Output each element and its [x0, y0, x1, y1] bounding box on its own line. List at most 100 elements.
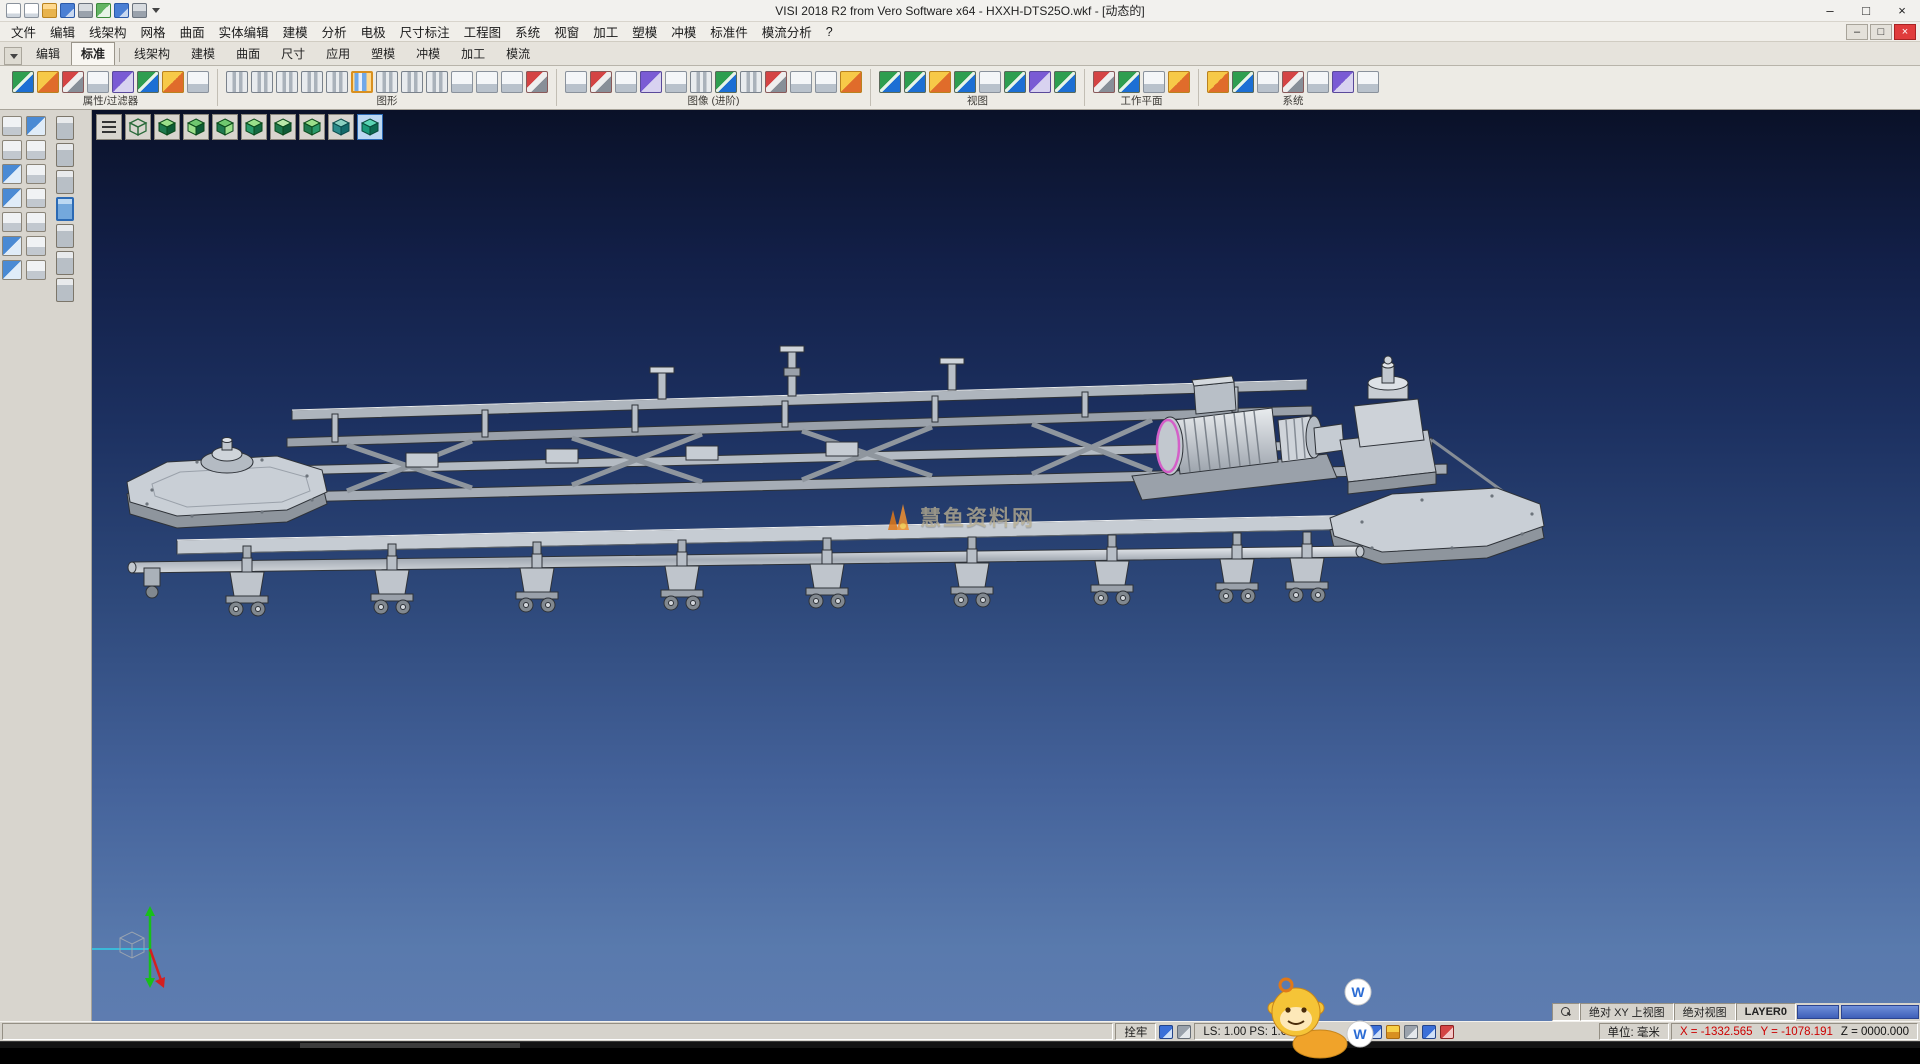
3d-viewport[interactable]: 慧鱼资料网 绝对 XY 上视图 绝对视图 LAYER0	[92, 110, 1920, 1021]
side-view-icon[interactable]	[929, 71, 951, 93]
selection-filter-icon[interactable]	[137, 71, 159, 93]
layer-color-bar-wide[interactable]	[1841, 1005, 1919, 1019]
capture-icon[interactable]	[840, 71, 862, 93]
zoom-all-icon[interactable]	[590, 71, 612, 93]
close-button[interactable]: ×	[1884, 0, 1920, 21]
menu-standard-parts[interactable]: 标准件	[703, 21, 755, 42]
attribute-icon[interactable]	[12, 71, 34, 93]
workplane-align-icon[interactable]	[1118, 71, 1140, 93]
palette-icon[interactable]	[1207, 71, 1229, 93]
hidden-line-icon[interactable]	[276, 71, 298, 93]
workplane-rotate-icon[interactable]	[1168, 71, 1190, 93]
tab-machining[interactable]: 加工	[451, 42, 495, 65]
menu-window[interactable]: 视窗	[547, 21, 586, 42]
transparency-icon[interactable]	[376, 71, 398, 93]
type-filter-icon[interactable]	[112, 71, 134, 93]
undo-icon[interactable]	[96, 3, 111, 18]
view-align-icon[interactable]	[1029, 71, 1051, 93]
delete-tool-icon[interactable]	[26, 212, 46, 232]
tab-die[interactable]: 冲模	[406, 42, 450, 65]
active-clipboard-tool-icon[interactable]	[56, 197, 74, 221]
layer-color-bar[interactable]	[1797, 1005, 1839, 1019]
menu-surface[interactable]: 曲面	[173, 21, 212, 42]
dynamic-view-icon[interactable]	[715, 71, 737, 93]
properties-icon[interactable]	[187, 71, 209, 93]
ghost-mode-icon[interactable]	[451, 71, 473, 93]
snap-grid-icon[interactable]	[2, 140, 22, 160]
view-iso-nw-button[interactable]	[270, 114, 296, 140]
status-gear-icon[interactable]	[1404, 1025, 1418, 1039]
move-tool-icon[interactable]	[26, 164, 46, 184]
status-help-icon[interactable]	[1422, 1025, 1436, 1039]
tab-dropdown-button[interactable]	[4, 47, 22, 65]
tab-edit[interactable]: 编辑	[26, 42, 70, 65]
clipboard-tool-icon[interactable]	[56, 116, 74, 140]
menu-help[interactable]: ?	[819, 24, 840, 40]
offset-tool-icon[interactable]	[2, 212, 22, 232]
new-document-icon[interactable]	[24, 3, 39, 18]
quick-access-dropdown-icon[interactable]	[152, 8, 160, 13]
info-icon[interactable]	[1357, 71, 1379, 93]
settings-icon[interactable]	[132, 3, 147, 18]
top-view-icon[interactable]	[879, 71, 901, 93]
named-view-icon[interactable]	[979, 71, 1001, 93]
front-view-icon[interactable]	[904, 71, 926, 93]
view-normal-icon[interactable]	[1054, 71, 1076, 93]
visibility-icon[interactable]	[162, 71, 184, 93]
grid-toggle-icon[interactable]	[1159, 1025, 1173, 1039]
previous-view-icon[interactable]	[740, 71, 762, 93]
menu-file[interactable]: 文件	[4, 21, 43, 42]
snap-toggle-icon[interactable]	[1177, 1025, 1191, 1039]
pan-icon[interactable]	[665, 71, 687, 93]
zoom-in-icon[interactable]	[615, 71, 637, 93]
zoom-window-icon[interactable]	[565, 71, 587, 93]
status-tool-icon-2[interactable]	[1386, 1025, 1400, 1039]
view-mode-cell[interactable]: 绝对 XY 上视图	[1580, 1003, 1674, 1021]
menu-edit[interactable]: 编辑	[43, 21, 82, 42]
array-tool-icon[interactable]	[26, 236, 46, 256]
menu-analysis[interactable]: 分析	[315, 21, 354, 42]
mirror-tool-icon[interactable]	[26, 188, 46, 208]
snap-lock-toggle[interactable]: 拴牢	[1115, 1023, 1156, 1040]
view-side-button[interactable]	[212, 114, 238, 140]
menu-mesh[interactable]: 网格	[134, 21, 173, 42]
layer-filter-icon[interactable]	[87, 71, 109, 93]
globe-icon[interactable]	[1232, 71, 1254, 93]
explode-tool-icon[interactable]	[26, 260, 46, 280]
mdi-restore-button[interactable]: □	[1870, 24, 1892, 40]
perspective-icon[interactable]	[426, 71, 448, 93]
new-file-icon[interactable]	[6, 3, 21, 18]
menu-machining[interactable]: 加工	[586, 21, 625, 42]
workplane-icon[interactable]	[1093, 71, 1115, 93]
print-icon[interactable]	[78, 3, 93, 18]
menu-system[interactable]: 系统	[508, 21, 547, 42]
copy-tool-icon[interactable]	[2, 236, 22, 256]
view-iso-se-button[interactable]	[299, 114, 325, 140]
tab-surface[interactable]: 曲面	[226, 42, 270, 65]
menu-drawing[interactable]: 工程图	[457, 21, 509, 42]
layer-indicator[interactable]: LAYER0	[1736, 1003, 1796, 1021]
menu-mould[interactable]: 塑模	[625, 21, 664, 42]
menu-dimension[interactable]: 尺寸标注	[393, 21, 457, 42]
save-file-icon[interactable]	[60, 3, 75, 18]
menu-modeling[interactable]: 建模	[276, 21, 315, 42]
multi-view-icon[interactable]	[815, 71, 837, 93]
redo-icon[interactable]	[114, 3, 129, 18]
refresh-view-icon[interactable]	[765, 71, 787, 93]
render-mode-icon[interactable]	[326, 71, 348, 93]
tab-dimension[interactable]: 尺寸	[271, 42, 315, 65]
open-file-icon[interactable]	[42, 3, 57, 18]
view-iso-sw-button[interactable]	[328, 114, 354, 140]
fit-view-icon[interactable]	[790, 71, 812, 93]
menu-flow-analysis[interactable]: 模流分析	[755, 21, 819, 42]
tab-application[interactable]: 应用	[316, 42, 360, 65]
view-current-button[interactable]	[357, 114, 383, 140]
status-record-icon[interactable]	[1440, 1025, 1454, 1039]
menu-solid-edit[interactable]: 实体编辑	[212, 21, 276, 42]
iso-view-icon[interactable]	[954, 71, 976, 93]
shading-icon[interactable]	[226, 71, 248, 93]
tab-standard[interactable]: 标准	[71, 42, 115, 65]
zoom-search-cell[interactable]	[1552, 1003, 1580, 1021]
tab-flow[interactable]: 模流	[496, 42, 540, 65]
wireframe-view-icon[interactable]	[251, 71, 273, 93]
